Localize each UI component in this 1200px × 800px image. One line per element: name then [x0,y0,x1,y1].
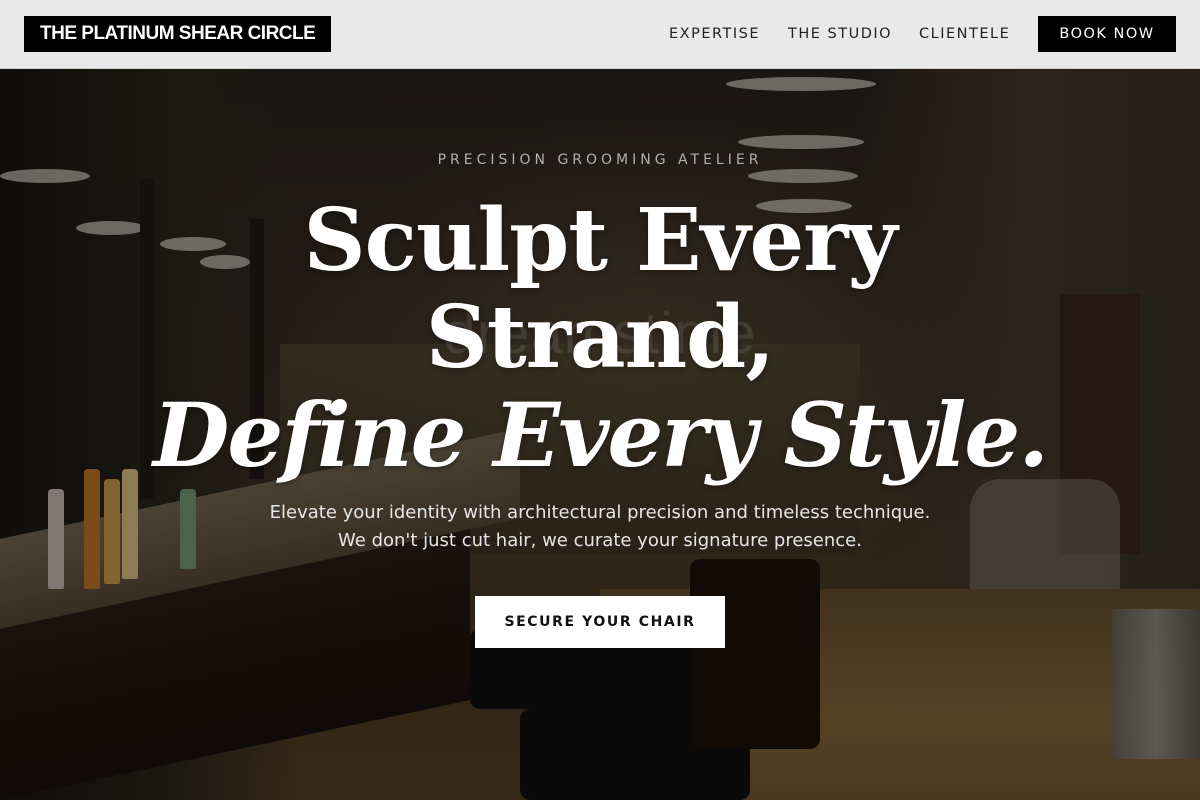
secure-your-chair-button[interactable]: SECURE YOUR CHAIR [475,596,725,648]
hero-headline-line-1: Sculpt Every [303,190,898,291]
nav-link-expertise[interactable]: EXPERTISE [669,24,760,44]
hero-headline-line-2: Strand, [425,287,775,388]
nav-link-clientele[interactable]: CLIENTELE [919,24,1010,44]
hero-eyebrow: PRECISION GROOMING ATELIER [437,152,763,168]
site-header: THE PLATINUM SHEAR CIRCLE EXPERTISE THE … [0,0,1200,69]
hero-subtext-line-1: Elevate your identity with architectural… [269,502,931,523]
hero-subtext-line-2: We don't just cut hair, we curate your s… [338,530,862,551]
nav-link-the-studio[interactable]: THE STUDIO [788,24,892,44]
brand-logo[interactable]: THE PLATINUM SHEAR CIRCLE [24,16,332,52]
book-now-button[interactable]: BOOK NOW [1038,16,1176,52]
hero-headline-line-3: Define Every Style. [153,383,1049,487]
